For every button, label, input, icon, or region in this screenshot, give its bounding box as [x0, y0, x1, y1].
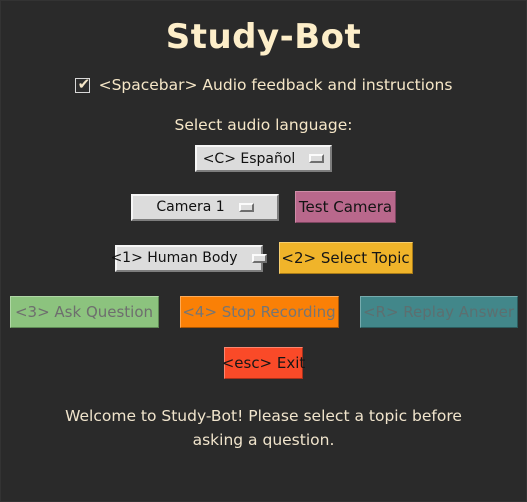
test-camera-button[interactable]: Test Camera: [295, 191, 396, 224]
app-window: Study-Bot ✔ <Spacebar> Audio feedback an…: [0, 0, 527, 502]
status-message: Welcome to Study-Bot! Please select a to…: [65, 407, 462, 449]
camera-row: Camera 1 Test Camera: [131, 191, 396, 224]
stop-recording-button[interactable]: <4> Stop Recording: [179, 296, 339, 329]
language-dropdown-value: <C> Español: [202, 150, 296, 167]
exit-row: <esc> Exit: [222, 347, 305, 380]
ask-question-button[interactable]: <3> Ask Question: [9, 296, 159, 329]
camera-dropdown-value: Camera 1: [156, 199, 225, 216]
replay-answer-button[interactable]: <R> Replay Answer: [359, 296, 518, 329]
audio-feedback-label: <Spacebar> Audio feedback and instructio…: [98, 76, 453, 95]
check-icon: ✔: [77, 74, 91, 93]
audio-feedback-checkbox-row[interactable]: ✔ <Spacebar> Audio feedback and instruct…: [74, 74, 453, 95]
dropdown-indicator-icon: [238, 202, 254, 212]
language-dropdown[interactable]: <C> Español: [195, 145, 332, 173]
dropdown-indicator-icon: [309, 154, 325, 164]
language-section-label: Select audio language:: [174, 116, 353, 135]
page-title: Study-Bot: [165, 17, 362, 57]
topic-dropdown-value: <1> Human Body: [110, 250, 238, 267]
topic-dropdown[interactable]: <1> Human Body: [110, 244, 267, 272]
topic-row: <1> Human Body <2> Select Topic: [110, 242, 413, 275]
language-row: <C> Español: [195, 145, 332, 173]
audio-feedback-checkbox[interactable]: ✔: [74, 74, 91, 93]
exit-button[interactable]: <esc> Exit: [222, 347, 305, 380]
dropdown-indicator-icon: [251, 253, 267, 263]
action-buttons-row: <3> Ask Question <4> Stop Recording <R> …: [9, 296, 518, 329]
select-topic-button[interactable]: <2> Select Topic: [278, 242, 413, 275]
camera-dropdown[interactable]: Camera 1: [131, 193, 279, 221]
